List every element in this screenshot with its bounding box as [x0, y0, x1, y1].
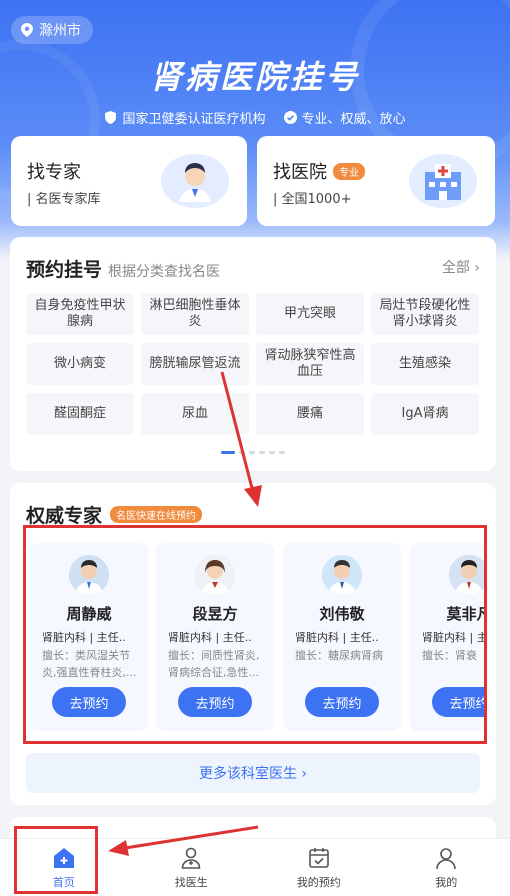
page-dot	[239, 451, 245, 454]
category-grid: 自身免疫性甲状腺病 淋巴细胞性垂体炎 甲亢突眼 局灶节段硬化性肾小球肾炎 微小病…	[26, 293, 480, 435]
experts-title-text: 权威专家	[26, 505, 103, 527]
category-item[interactable]: 自身免疫性甲状腺病	[26, 293, 134, 335]
category-item[interactable]: IgA肾病	[371, 393, 479, 435]
cert-item: 专业、权威、放心	[283, 108, 406, 127]
city-label: 滁州市	[39, 23, 81, 39]
category-item[interactable]: 淋巴细胞性垂体炎	[141, 293, 249, 335]
find-hospital-card[interactable]: 找医院 专业 | 全国1000+	[257, 136, 495, 226]
category-item[interactable]: 局灶节段硬化性肾小球肾炎	[371, 293, 479, 335]
chevron-right-icon: ›	[474, 260, 480, 276]
page-dot	[259, 451, 265, 454]
category-item[interactable]: 生殖感染	[371, 343, 479, 385]
registration-subtitle: 根据分类查找名医	[108, 264, 221, 280]
pagination-dots	[10, 451, 496, 454]
category-item[interactable]: 肾动脉狭窄性高血压	[256, 343, 364, 385]
professional-tag: 专业	[333, 162, 365, 180]
view-all-label: 全部	[441, 260, 470, 276]
registration-title-text: 预约挂号	[26, 259, 103, 281]
location-pin-icon	[21, 23, 33, 37]
find-hospital-title: 找医院	[273, 162, 327, 183]
view-all-link[interactable]: 全部 ›	[442, 257, 480, 277]
certification-row: 国家卫健委认证医疗机构 专业、权威、放心	[0, 108, 510, 127]
more-doctors-button[interactable]: 更多该科室医生 ›	[26, 753, 480, 793]
category-item[interactable]: 微小病变	[26, 343, 134, 385]
cert-label: 国家卫健委认证医疗机构	[122, 112, 266, 127]
city-selector[interactable]: 滁州市	[11, 16, 93, 44]
doctor-illustration-icon	[161, 154, 229, 208]
registration-section: 预约挂号 根据分类查找名医 全部 › 自身免疫性甲状腺病 淋巴细胞性垂体炎 甲亢突…	[10, 237, 496, 471]
tab-mine-label: 我的	[435, 875, 458, 889]
tab-find-doctor[interactable]: 找医生	[128, 839, 256, 896]
category-item[interactable]: 甲亢突眼	[256, 293, 364, 335]
calendar-check-icon	[308, 847, 329, 868]
tab-my-appointments-label: 我的预约	[296, 875, 341, 889]
hero-title: 肾病医院挂号	[149, 58, 360, 96]
registration-title: 预约挂号 根据分类查找名医	[26, 255, 220, 282]
tab-mine[interactable]: 我的	[383, 839, 510, 896]
page-dot	[269, 451, 275, 454]
doctor-icon	[181, 847, 201, 869]
page-dot	[249, 451, 255, 454]
highlight-box-experts	[23, 525, 487, 744]
highlight-box-home-tab	[14, 826, 98, 894]
cert-item: 国家卫健委认证医疗机构	[104, 108, 266, 127]
tab-my-appointments[interactable]: 我的预约	[255, 839, 383, 896]
find-hospital-subtitle: | 全国1000+	[273, 192, 352, 207]
category-item[interactable]: 膀胱输尿管返流	[141, 343, 249, 385]
shield-icon	[105, 111, 117, 124]
find-expert-card[interactable]: 找专家 | 名医专家库	[11, 136, 247, 226]
user-icon	[436, 847, 457, 869]
find-expert-subtitle: | 名医专家库	[27, 192, 101, 207]
category-item[interactable]: 醛固酮症	[26, 393, 134, 435]
hospital-illustration-icon	[409, 154, 477, 208]
page-dot	[279, 451, 285, 454]
check-circle-icon	[283, 111, 297, 124]
category-item[interactable]: 腰痛	[256, 393, 364, 435]
experts-tag: 名医快速在线预约	[110, 506, 203, 523]
page-dot-active	[221, 451, 235, 454]
find-expert-title: 找专家	[27, 162, 81, 183]
category-item[interactable]: 尿血	[141, 393, 249, 435]
tab-find-doctor-label: 找医生	[174, 875, 208, 889]
experts-title: 权威专家 名医快速在线预约	[26, 501, 203, 528]
cert-label: 专业、权威、放心	[301, 112, 406, 127]
